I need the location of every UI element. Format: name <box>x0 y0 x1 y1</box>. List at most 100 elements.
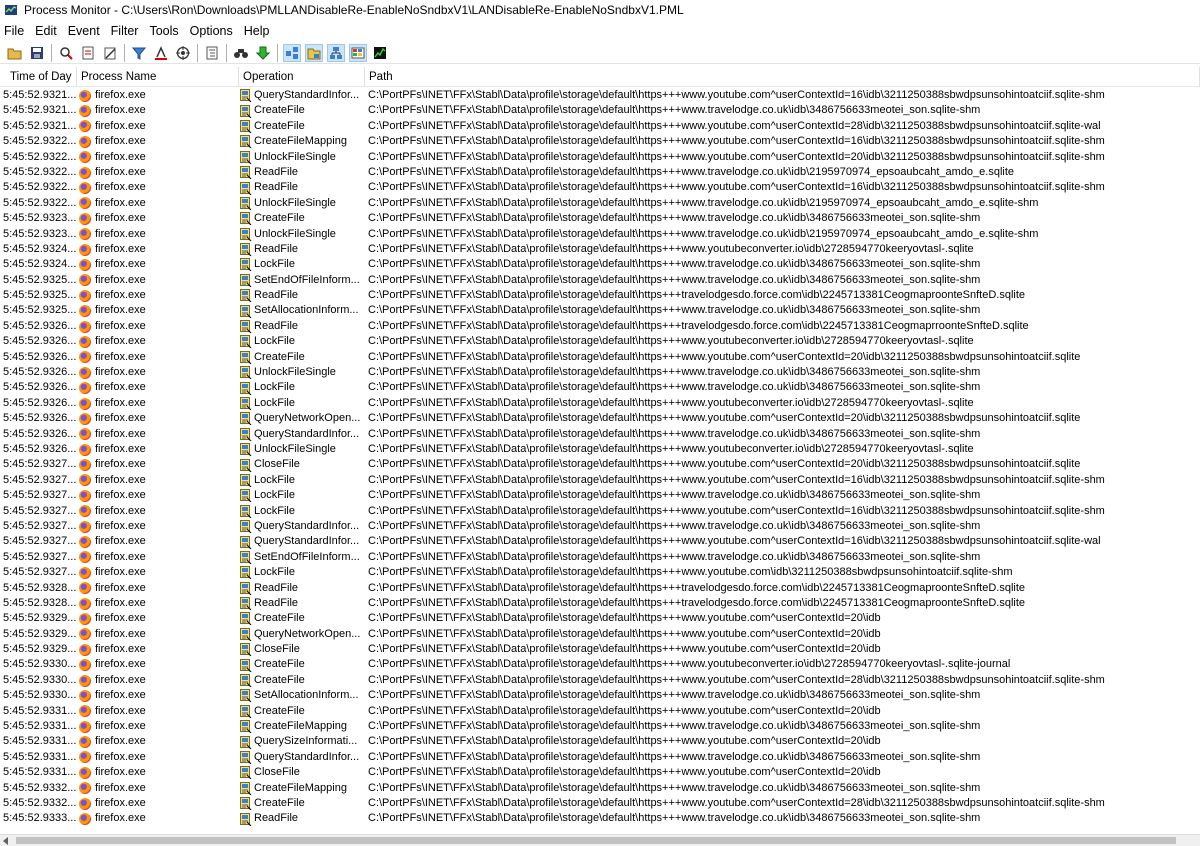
table-row[interactable]: 5:45:52.9327... firefox.exe QueryStandardI… <box>0 534 1200 549</box>
process-name: firefox.exe <box>95 242 146 255</box>
table-row[interactable]: 5:45:52.9322... firefox.exe ReadFile C:\Por… <box>0 165 1200 180</box>
filesystem-event-icon <box>240 766 252 780</box>
table-row[interactable]: 5:45:52.9326... firefox.exe LockFile C:\Por… <box>0 396 1200 411</box>
menu-options[interactable]: Options <box>186 24 240 38</box>
operation-cell: SetAllocationInform... <box>239 303 365 319</box>
table-row[interactable]: 5:45:52.9321... firefox.exe CreateFile C:\P… <box>0 103 1200 119</box>
process-cell: firefox.exe <box>77 411 239 426</box>
menu-help[interactable]: Help <box>240 24 277 38</box>
table-row[interactable]: 5:45:52.9331... firefox.exe CreateFileMapp… <box>0 719 1200 734</box>
table-row[interactable]: 5:45:52.9330... firefox.exe SetAllocationI… <box>0 688 1200 703</box>
process-icon[interactable] <box>349 43 367 62</box>
table-row[interactable]: 5:45:52.9332... firefox.exe CreateFileMapp… <box>0 781 1200 796</box>
table-row[interactable]: 5:45:52.9326... firefox.exe LockFile C:\Por… <box>0 334 1200 349</box>
menu-file[interactable]: File <box>0 24 31 38</box>
table-row[interactable]: 5:45:52.9323... firefox.exe CreateFile C:\P… <box>0 211 1200 226</box>
jump-icon[interactable] <box>254 44 272 62</box>
table-row[interactable]: 5:45:52.9326... firefox.exe ReadFile C:\Por… <box>0 319 1200 334</box>
table-row[interactable]: 5:45:52.9321... firefox.exe CreateFile C:\P… <box>0 119 1200 134</box>
target-icon[interactable] <box>174 44 192 62</box>
menu-tools[interactable]: Tools <box>145 24 185 38</box>
open-icon[interactable] <box>6 44 24 62</box>
process-name: firefox.exe <box>95 89 146 101</box>
table-row[interactable]: 5:45:52.9330... firefox.exe CreateFile C:\P… <box>0 657 1200 673</box>
table-row[interactable]: 5:45:52.9322... firefox.exe UnlockFileSing… <box>0 196 1200 211</box>
process-tree-icon[interactable] <box>203 44 221 62</box>
table-row[interactable]: 5:45:52.9330... firefox.exe CreateFile C:\P… <box>0 673 1200 688</box>
horizontal-scrollbar[interactable] <box>0 834 1200 846</box>
table-row[interactable]: 5:45:52.9326... firefox.exe UnlockFileSing… <box>0 365 1200 380</box>
process-cell: firefox.exe <box>77 196 239 211</box>
table-row[interactable]: 5:45:52.9331... firefox.exe QueryStandardI… <box>0 750 1200 765</box>
table-row[interactable]: 5:45:52.9321... firefox.exe QueryStandardI… <box>0 88 1200 103</box>
operation-cell: LockFile <box>239 334 365 349</box>
process-cell: firefox.exe <box>77 273 239 288</box>
filesystem-event-icon <box>240 227 252 242</box>
table-row[interactable]: 5:45:52.9322... firefox.exe CreateFileMapp… <box>0 134 1200 149</box>
filter-icon[interactable] <box>130 44 148 62</box>
scroll-thumb[interactable] <box>16 837 1176 844</box>
operation-name: LockFile <box>254 566 295 579</box>
process-cell: firefox.exe <box>77 288 239 303</box>
table-row[interactable]: 5:45:52.9325... firefox.exe SetEndOfFileIn… <box>0 273 1200 288</box>
table-row[interactable]: 5:45:52.9328... firefox.exe ReadFile C:\Por… <box>0 581 1200 596</box>
table-row[interactable]: 5:45:52.9331... firefox.exe CreateFile C:\P… <box>0 704 1200 719</box>
menu-edit[interactable]: Edit <box>31 24 64 38</box>
table-row[interactable]: 5:45:52.9326... firefox.exe CreateFile C:\P… <box>0 350 1200 365</box>
operation-name: CreateFile <box>254 796 305 809</box>
filesystem-icon[interactable] <box>305 43 323 62</box>
table-row[interactable]: 5:45:52.9333... firefox.exe ReadFile C:\Por… <box>0 811 1200 826</box>
process-name: firefox.exe <box>95 319 146 332</box>
table-row[interactable]: 5:45:52.9323... firefox.exe UnlockFileSing… <box>0 227 1200 242</box>
table-row[interactable]: 5:45:52.9327... firefox.exe SetEndOfFileIn… <box>0 550 1200 565</box>
firefox-icon <box>79 243 91 256</box>
table-row[interactable]: 5:45:52.9326... firefox.exe LockFile C:\Por… <box>0 380 1200 396</box>
table-row[interactable]: 5:45:52.9332... firefox.exe CreateFile C:\P… <box>0 796 1200 811</box>
filesystem-event-icon <box>240 704 252 719</box>
table-row[interactable]: 5:45:52.9324... firefox.exe LockFile C:\Por… <box>0 257 1200 272</box>
column-process-name[interactable]: Process Name <box>77 66 239 87</box>
table-row[interactable]: 5:45:52.9331... firefox.exe QuerySizeInfor… <box>0 734 1200 750</box>
menu-filter[interactable]: Filter <box>107 24 146 38</box>
table-row[interactable]: 5:45:52.9329... firefox.exe CloseFile C:\Po… <box>0 642 1200 657</box>
table-row[interactable]: 5:45:52.9327... firefox.exe QueryStandardI… <box>0 519 1200 534</box>
table-row[interactable]: 5:45:52.9327... firefox.exe CloseFile C:\Po… <box>0 457 1200 472</box>
table-row[interactable]: 5:45:52.9329... firefox.exe QueryNetworkOp… <box>0 627 1200 642</box>
table-row[interactable]: 5:45:52.9327... firefox.exe LockFile C:\Por… <box>0 565 1200 580</box>
table-row[interactable]: 5:45:52.9322... firefox.exe ReadFile C:\Por… <box>0 180 1200 195</box>
table-row[interactable]: 5:45:52.9326... firefox.exe QueryStandardI… <box>0 427 1200 442</box>
firefox-icon <box>79 612 91 625</box>
registry-icon[interactable] <box>283 43 301 62</box>
table-row[interactable]: 5:45:52.9326... firefox.exe UnlockFileSing… <box>0 442 1200 457</box>
table-row[interactable]: 5:45:52.9324... firefox.exe ReadFile C:\Por… <box>0 242 1200 257</box>
path-cell: C:\PortPFs\INET\FFx\Stabl\Data\profile\s… <box>368 489 981 502</box>
table-row[interactable]: 5:45:52.9329... firefox.exe CreateFile C:\P… <box>0 611 1200 626</box>
clear-icon[interactable] <box>101 44 119 62</box>
table-row[interactable]: 5:45:52.9328... firefox.exe ReadFile C:\Por… <box>0 596 1200 611</box>
table-row[interactable]: 5:45:52.9322... firefox.exe UnlockFileSing… <box>0 150 1200 165</box>
column-path[interactable]: Path <box>365 66 1200 87</box>
table-row[interactable]: 5:45:52.9327... firefox.exe LockFile C:\Por… <box>0 473 1200 488</box>
table-row[interactable]: 5:45:52.9326... firefox.exe QueryNetworkOp… <box>0 411 1200 426</box>
scroll-left-icon[interactable] <box>3 837 8 845</box>
save-icon[interactable] <box>28 44 46 62</box>
table-row[interactable]: 5:45:52.9325... firefox.exe ReadFile C:\Por… <box>0 288 1200 303</box>
profiling-icon[interactable] <box>371 44 389 62</box>
table-row[interactable]: 5:45:52.9327... firefox.exe LockFile C:\Por… <box>0 488 1200 503</box>
firefox-icon <box>79 366 91 379</box>
process-name: firefox.exe <box>95 535 146 548</box>
column-operation[interactable]: Operation <box>239 66 365 87</box>
autoscroll-icon[interactable] <box>79 44 97 62</box>
find-icon[interactable] <box>232 44 250 62</box>
highlight-icon[interactable] <box>152 44 170 62</box>
process-cell: firefox.exe <box>77 303 239 318</box>
capture-icon[interactable] <box>57 44 75 62</box>
menu-event[interactable]: Event <box>64 24 107 38</box>
filesystem-event-icon <box>240 612 252 626</box>
column-time-of-day[interactable]: Time of Day <box>0 66 77 87</box>
table-row[interactable]: 5:45:52.9325... firefox.exe SetAllocationI… <box>0 303 1200 319</box>
network-icon[interactable] <box>327 43 345 62</box>
table-row[interactable]: 5:45:52.9331... firefox.exe CloseFile C:\Po… <box>0 765 1200 780</box>
firefox-icon <box>79 582 91 595</box>
table-row[interactable]: 5:45:52.9327... firefox.exe LockFile C:\Por… <box>0 504 1200 519</box>
